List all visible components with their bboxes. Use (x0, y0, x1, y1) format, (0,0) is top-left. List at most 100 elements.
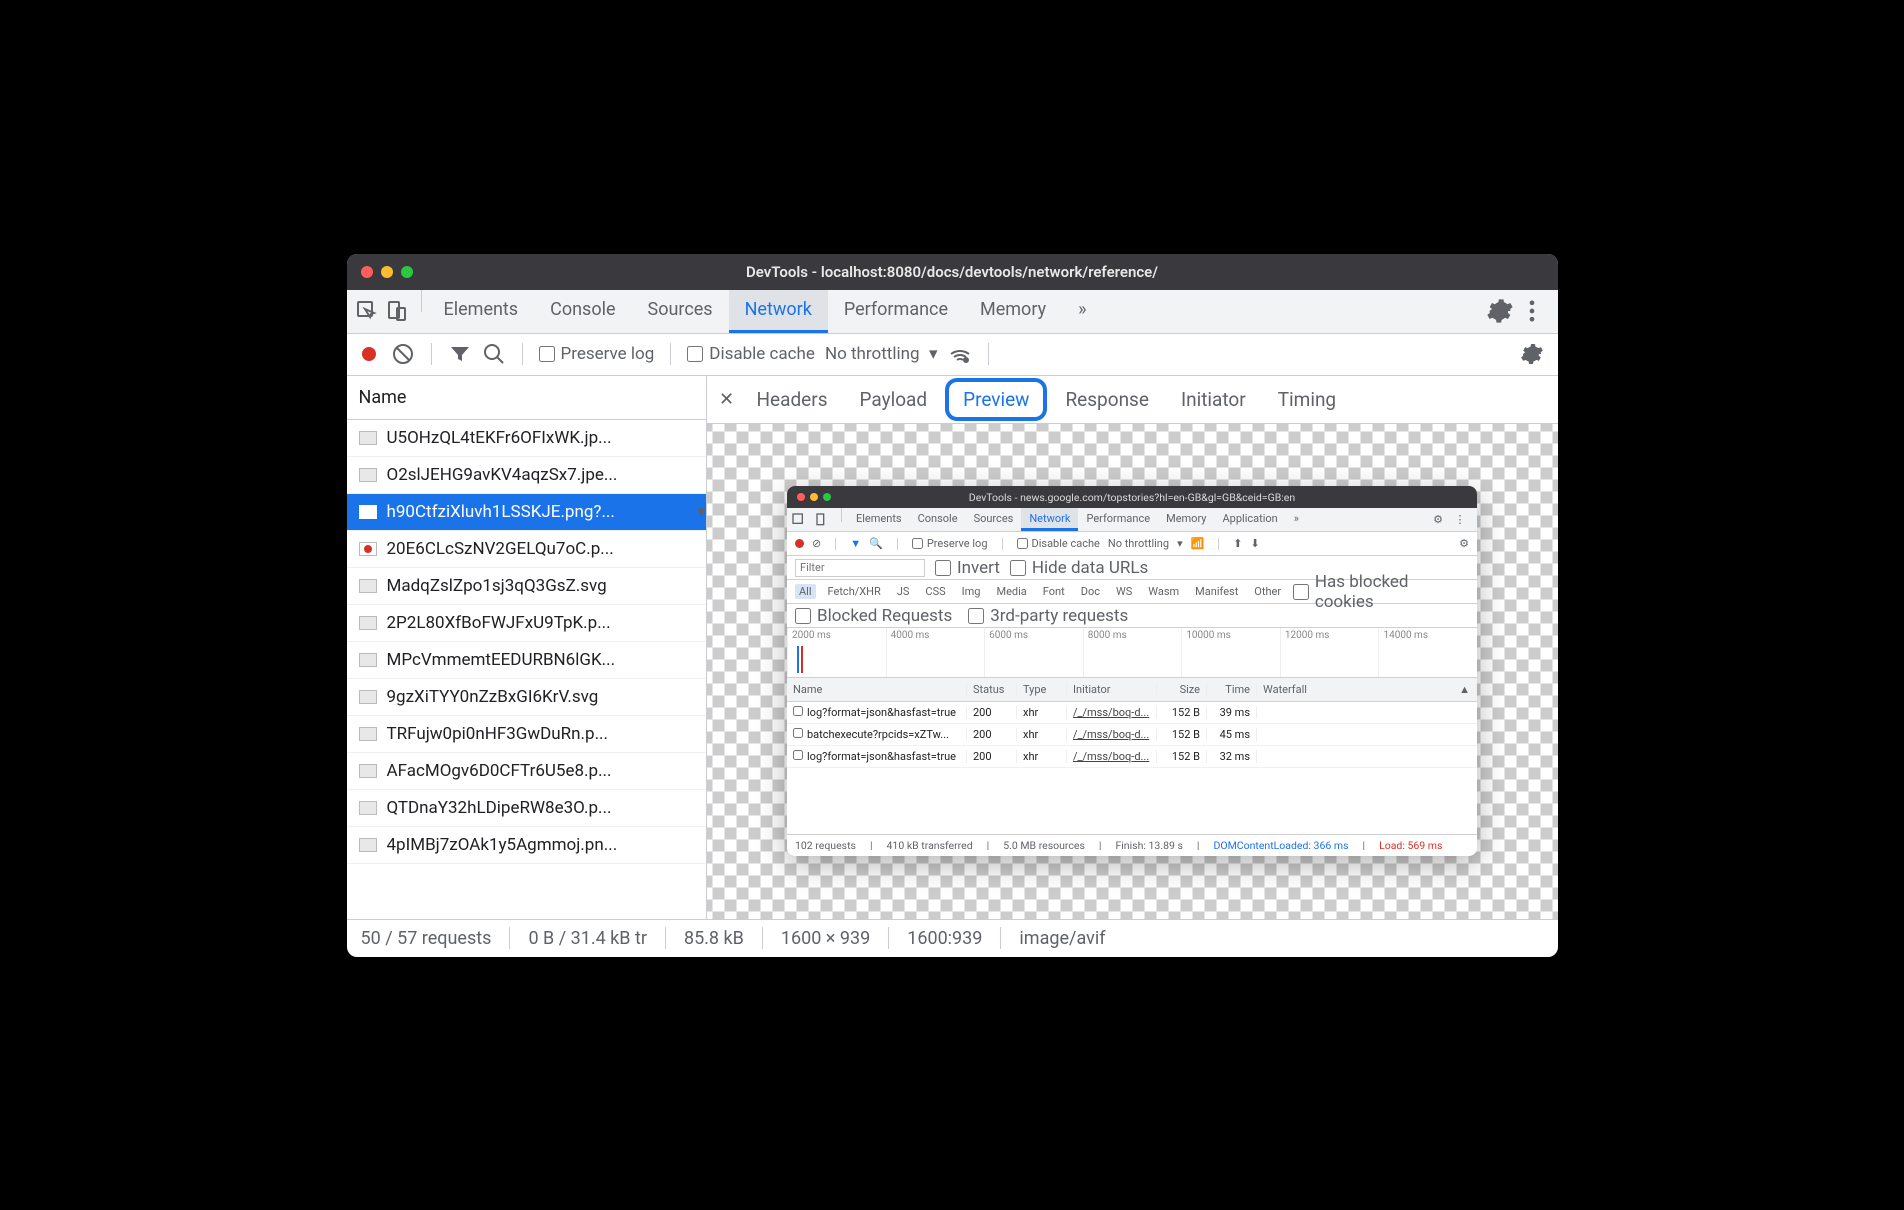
request-row[interactable]: 2P2L80XfBoFWJFxU9TpK.p... (347, 605, 706, 642)
inner-col-time: Time (1207, 683, 1257, 696)
preview-image: DevTools - news.google.com/topstories?hl… (787, 486, 1477, 856)
request-name: MPcVmmemtEEDURBN6lGK... (387, 650, 616, 670)
inner-filter-chip: Manifest (1191, 584, 1242, 599)
detail-tab-response[interactable]: Response (1051, 380, 1162, 419)
window-title: DevTools - localhost:8080/docs/devtools/… (347, 263, 1558, 281)
device-mode-icon[interactable] (385, 299, 409, 323)
inner-filter-chip: Font (1039, 584, 1069, 599)
inner-filter-chip: All (795, 584, 816, 599)
request-row[interactable]: 9gzXiTYY0nZzBxGI6KrV.svg (347, 679, 706, 716)
tab-network[interactable]: Network (729, 290, 828, 333)
settings-icon[interactable] (1486, 297, 1514, 325)
request-row[interactable]: 20E6CLcSzNV2GELQu7oC.p... (347, 531, 706, 568)
request-row[interactable]: 4pIMBj7zOAk1y5Agmmoj.pn... (347, 827, 706, 864)
file-icon (359, 653, 377, 667)
file-icon (359, 579, 377, 593)
detail-tab-payload[interactable]: Payload (846, 380, 942, 419)
inner-clear-icon: ⊘ (812, 537, 821, 550)
inner-request-row: log?format=json&hasfast=true200xhr/_/mss… (787, 746, 1477, 768)
devtools-window: DevTools - localhost:8080/docs/devtools/… (347, 254, 1558, 957)
timeline-tick: 8000 ms (1083, 628, 1182, 677)
inner-col-name: Name (787, 683, 967, 696)
inner-throttling: No throttling (1108, 537, 1169, 550)
kebab-menu-icon[interactable] (1518, 297, 1546, 325)
request-name: 9gzXiTYY0nZzBxGI6KrV.svg (387, 687, 599, 707)
request-row[interactable]: MadqZslZpo1sj3qQ3GsZ.svg (347, 568, 706, 605)
inner-filter-input (795, 559, 925, 577)
clear-icon[interactable] (391, 342, 415, 366)
requests-list: U5OHzQL4tEKFr6OFIxWK.jp... O2slJEHG9avKV4… (347, 420, 706, 919)
request-row[interactable]: TRFujw0pi0nHF3GwDuRn.p... (347, 716, 706, 753)
timeline-tick: 12000 ms (1280, 628, 1379, 677)
inner-wifi-icon: 📶 (1191, 537, 1205, 550)
tab-sources[interactable]: Sources (632, 290, 729, 333)
tab-console[interactable]: Console (534, 290, 631, 333)
request-name: 20E6CLcSzNV2GELQu7oC.p... (387, 539, 614, 559)
inner-tab-console: Console (910, 508, 966, 531)
disable-cache-checkbox[interactable]: Disable cache (687, 344, 815, 364)
status-size: 85.8 kB (684, 928, 744, 949)
detail-tab-headers[interactable]: Headers (743, 380, 842, 419)
search-icon[interactable] (482, 342, 506, 366)
tab-performance[interactable]: Performance (828, 290, 964, 333)
request-row[interactable]: MPcVmmemtEEDURBN6lGK... (347, 642, 706, 679)
inner-request-row: log?format=json&hasfast=true200xhr/_/mss… (787, 702, 1477, 724)
timeline-tick: 10000 ms (1181, 628, 1280, 677)
inner-filter-chip: Media (992, 584, 1030, 599)
inner-filter-chip: JS (893, 584, 914, 599)
preview-area: DevTools - news.google.com/topstories?hl… (707, 424, 1558, 919)
detail-tab-preview[interactable]: Preview (945, 378, 1047, 421)
tab-elements[interactable]: Elements (428, 290, 535, 333)
request-row[interactable]: AFacMOgv6D0CFTr6U5e8.p... (347, 753, 706, 790)
inner-filter-chip: CSS (921, 584, 949, 599)
request-name: 4pIMBj7zOAk1y5Agmmoj.pn... (387, 835, 618, 855)
inner-col-status: Status (967, 683, 1017, 696)
inspect-icon[interactable] (355, 299, 379, 323)
filter-icon[interactable] (448, 342, 472, 366)
network-conditions-icon[interactable] (948, 342, 972, 366)
inner-filter-chips: AllFetch/XHRJSCSSImgMediaFontDocWSWasmMa… (787, 580, 1477, 604)
export-har-icon[interactable] (1039, 342, 1063, 366)
request-row[interactable]: U5OHzQL4tEKFr6OFIxWK.jp... (347, 420, 706, 457)
inner-filter-chip: Doc (1077, 584, 1104, 599)
detail-tabs: ✕ Headers Payload Preview Response Initi… (707, 376, 1558, 424)
file-icon (359, 764, 377, 778)
status-transferred: 0 B / 31.4 kB tr (528, 928, 647, 949)
inner-request-row: batchexecute?rpcids=xZTw...200xhr/_/mss/… (787, 724, 1477, 746)
tab-more[interactable]: » (1062, 290, 1102, 333)
file-icon (359, 690, 377, 704)
request-name: TRFujw0pi0nHF3GwDuRn.p... (387, 724, 609, 744)
tab-memory[interactable]: Memory (964, 290, 1062, 333)
request-row[interactable]: QTDnaY32hLDipeRW8e3O.p... (347, 790, 706, 827)
inner-status-resources: 5.0 MB resources (1003, 839, 1085, 852)
detail-tab-timing[interactable]: Timing (1264, 380, 1350, 419)
timeline-tick: 6000 ms (984, 628, 1083, 677)
preserve-log-checkbox[interactable]: Preserve log (539, 344, 655, 364)
name-column-header[interactable]: Name (347, 376, 706, 420)
inner-filter-chip: Wasm (1144, 584, 1183, 599)
inner-kebab-icon: ⋮ (1451, 511, 1469, 529)
inner-filter-chip: Fetch/XHR (824, 584, 885, 599)
network-settings-icon[interactable] (1520, 342, 1544, 366)
file-icon (359, 616, 377, 630)
request-row[interactable]: h90CtfziXluvh1LSSKJE.png?... (347, 494, 706, 531)
inner-status-requests: 102 requests (795, 839, 856, 852)
file-icon (359, 838, 377, 852)
status-mime: image/avif (1019, 928, 1105, 949)
import-har-icon[interactable] (1005, 342, 1029, 366)
request-row[interactable]: O2slJEHG9avKV4aqzSx7.jpe... (347, 457, 706, 494)
inner-status-bar: 102 requests | 410 kB transferred | 5.0 … (787, 834, 1477, 856)
record-button[interactable] (357, 342, 381, 366)
request-name: O2slJEHG9avKV4aqzSx7.jpe... (387, 465, 618, 485)
inner-col-waterfall: Waterfall▲ (1257, 683, 1477, 696)
detail-tab-initiator[interactable]: Initiator (1167, 380, 1260, 419)
inner-upload-icon: ⬆ (1233, 537, 1242, 550)
detail-pane: ✕ Headers Payload Preview Response Initi… (707, 376, 1558, 919)
inner-inspect-icon (791, 512, 807, 528)
throttling-select[interactable]: No throttling (825, 344, 938, 364)
status-ratio: 1600:939 (907, 928, 982, 949)
inner-status-transferred: 410 kB transferred (887, 839, 973, 852)
close-detail-icon[interactable]: ✕ (715, 387, 739, 411)
request-name: U5OHzQL4tEKFr6OFIxWK.jp... (387, 428, 612, 448)
inner-hide-data-urls-checkbox: Hide data URLs (1010, 558, 1148, 578)
